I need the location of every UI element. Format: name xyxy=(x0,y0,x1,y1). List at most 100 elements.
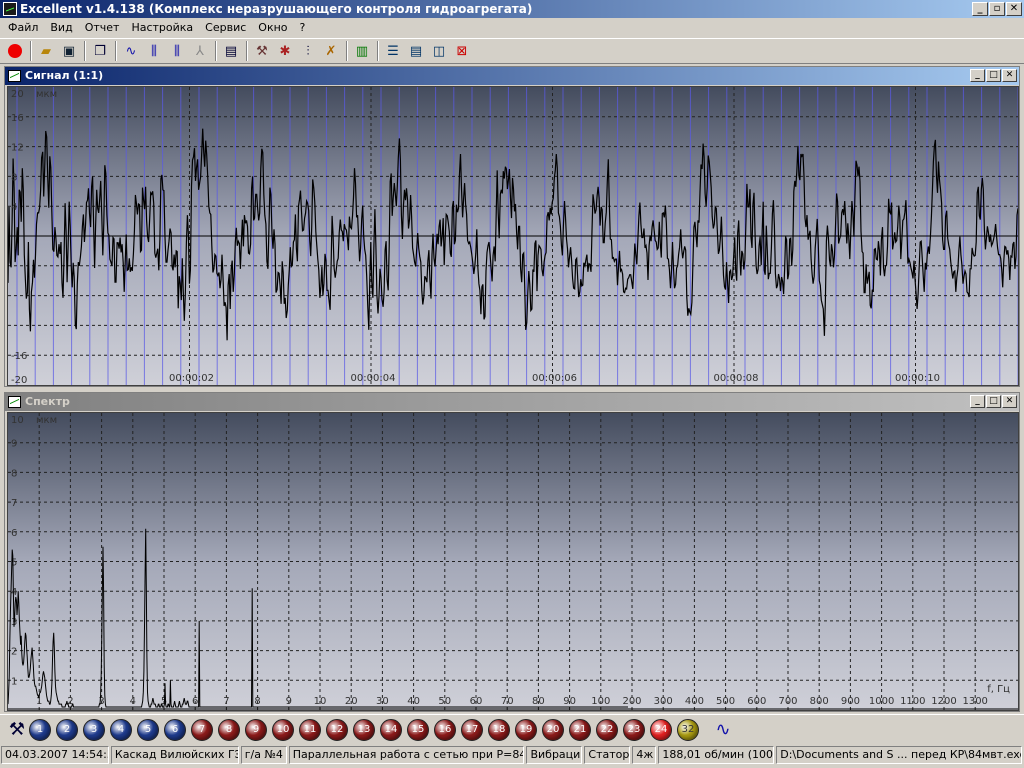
signal-panel: Сигнал (1:1) _ □ ✕ 20 16 12 8 4 -16 -20 мкм 00:0… xyxy=(4,66,1020,387)
spectrum-panel-titlebar: Спектр _ □ ✕ xyxy=(5,393,1019,411)
sensor-button-16[interactable]: 16 xyxy=(434,718,456,741)
sensor-button-2[interactable]: 2 xyxy=(56,718,78,741)
y-tick-label: -20 xyxy=(11,375,27,385)
restore-button[interactable]: ▫ xyxy=(989,2,1005,16)
y-tick-label: 2 xyxy=(11,647,17,658)
y-tick-label: 4 xyxy=(11,202,17,213)
x-tick-label: 800 xyxy=(810,696,829,707)
sensor-button-13[interactable]: 13 xyxy=(353,718,375,741)
menu-help[interactable]: ? xyxy=(294,19,312,37)
sensor-button-6[interactable]: 6 xyxy=(164,718,186,741)
sensor-button-15[interactable]: 15 xyxy=(407,718,429,741)
sensor-button-7[interactable]: 7 xyxy=(191,718,213,741)
menu-view[interactable]: Вид xyxy=(44,19,78,37)
y-tick-label: 6 xyxy=(11,528,17,539)
menu-report[interactable]: Отчет xyxy=(79,19,126,37)
close-button[interactable]: ✕ xyxy=(1006,2,1022,16)
menu-service[interactable]: Сервис xyxy=(199,19,252,37)
sensor-button-19[interactable]: 19 xyxy=(515,718,537,741)
chart-window-icon xyxy=(8,70,21,82)
status-mode: Параллельная работа с сетью при P=84МВт xyxy=(288,746,525,764)
x-tick-label: 1200 xyxy=(931,696,956,707)
signal-chart: 20 16 12 8 4 -16 -20 мкм 00:00:02 00:00:04 00:00:0… xyxy=(8,87,1018,385)
tile-rows-icon[interactable]: ▤ xyxy=(405,40,427,62)
sensor-button-10[interactable]: 10 xyxy=(272,718,294,741)
signal-plot[interactable]: 20 16 12 8 4 -16 -20 мкм 00:00:02 00:00:04 00:00:0… xyxy=(7,86,1019,386)
spectrum-panel: Спектр _ □ ✕ 10 9 8 7 6 5 4 3 2 1 мкм 1 2 3 4 5 6 7 8 9 10 20… xyxy=(4,392,1020,712)
x-tick-label: 10 xyxy=(314,696,327,707)
tools-icon[interactable]: ⚒ xyxy=(6,719,28,741)
menu-settings[interactable]: Настройка xyxy=(125,19,199,37)
status-datetime: 04.03.2007 14:54:30 xyxy=(1,746,109,764)
hammer-icon[interactable]: ⚒ xyxy=(251,40,273,62)
sensor-button-14[interactable]: 14 xyxy=(380,718,402,741)
sensor-button-32[interactable]: 32 xyxy=(677,718,699,741)
signal-minimize-button[interactable]: _ xyxy=(970,69,985,82)
minimize-button[interactable]: _ xyxy=(972,2,988,16)
sensor-button-18[interactable]: 18 xyxy=(488,718,510,741)
sensor-button-1[interactable]: 1 xyxy=(29,718,51,741)
x-tick-label: 7 xyxy=(223,696,229,707)
monitor-icon[interactable]: ▥ xyxy=(351,40,373,62)
sensor-button-20[interactable]: 20 xyxy=(542,718,564,741)
y-tick-label: 8 xyxy=(11,468,17,479)
sensor-button-12[interactable]: 12 xyxy=(326,718,348,741)
y-tick-label: 8 xyxy=(11,172,17,183)
x-tick-label: 30 xyxy=(376,696,389,707)
spectrum-avg-icon[interactable]: ⫼ xyxy=(166,40,188,62)
spectrum-close-button[interactable]: ✕ xyxy=(1002,395,1017,408)
close-windows-icon[interactable]: ⊠ xyxy=(451,40,473,62)
x-tick-label: 00:00:04 xyxy=(351,373,396,384)
x-tick-label: 90 xyxy=(563,696,576,707)
signal-close-button[interactable]: ✕ xyxy=(1002,69,1017,82)
properties-icon[interactable]: ▤ xyxy=(220,40,242,62)
x-tick-label: 9 xyxy=(286,696,292,707)
waveform-icon[interactable]: ∿ xyxy=(712,719,734,741)
signal-maximize-button[interactable]: □ xyxy=(986,69,1001,82)
x-tick-label: 1300 xyxy=(962,696,987,707)
open-icon[interactable]: ▰ xyxy=(35,40,57,62)
cross-icon[interactable]: ✗ xyxy=(320,40,342,62)
x-tick-label: 20 xyxy=(345,696,358,707)
sensor-button-24[interactable]: 24 xyxy=(650,718,672,741)
signal-icon[interactable]: ∿ xyxy=(120,40,142,62)
x-tick-label: 6 xyxy=(192,696,198,707)
title-bar: Excellent v1.4.138 (Комплекс неразрушающ… xyxy=(0,0,1024,18)
status-channel: 4ж xyxy=(632,746,657,764)
record-icon[interactable] xyxy=(4,40,26,62)
sensor-button-8[interactable]: 8 xyxy=(218,718,240,741)
sensor-button-3[interactable]: 3 xyxy=(83,718,105,741)
app-window: Excellent v1.4.138 (Комплекс неразрушающ… xyxy=(0,0,1024,768)
sensor-button-21[interactable]: 21 xyxy=(569,718,591,741)
x-tick-label: 500 xyxy=(716,696,735,707)
x-tick-label: 1000 xyxy=(869,696,894,707)
tile-vertical-icon[interactable]: ◫ xyxy=(428,40,450,62)
y-tick-label: 4 xyxy=(11,587,17,598)
spectrum-maximize-button[interactable]: □ xyxy=(986,395,1001,408)
spectrum-minimize-button[interactable]: _ xyxy=(970,395,985,408)
x-tick-label: 70 xyxy=(501,696,514,707)
x-tick-label: 40 xyxy=(407,696,420,707)
status-rpm: 188,01 об/мин (100%) xyxy=(658,746,775,764)
sensor-button-5[interactable]: 5 xyxy=(137,718,159,741)
sensor-button-4[interactable]: 4 xyxy=(110,718,132,741)
menu-file[interactable]: Файл xyxy=(2,19,44,37)
spectrum-icon[interactable]: ⫼ xyxy=(143,40,165,62)
sensor-button-22[interactable]: 22 xyxy=(596,718,618,741)
x-tick-label: 900 xyxy=(841,696,860,707)
filter-icon[interactable]: ⅄ xyxy=(189,40,211,62)
menu-window[interactable]: Окно xyxy=(252,19,293,37)
sensor-button-17[interactable]: 17 xyxy=(461,718,483,741)
sensor-button-23[interactable]: 23 xyxy=(623,718,645,741)
x-tick-label: 00:00:02 xyxy=(169,373,214,384)
sensor-button-9[interactable]: 9 xyxy=(245,718,267,741)
sensor-button-11[interactable]: 11 xyxy=(299,718,321,741)
copy-icon[interactable]: ❐ xyxy=(89,40,111,62)
app-icon xyxy=(3,2,17,16)
tile-horizontal-icon[interactable]: ☰ xyxy=(382,40,404,62)
sliders-icon[interactable]: ⫶ xyxy=(297,40,319,62)
x-tick-label: 700 xyxy=(778,696,797,707)
save-icon[interactable]: ▣ xyxy=(58,40,80,62)
settings-icon[interactable]: ✱ xyxy=(274,40,296,62)
spectrum-plot[interactable]: 10 9 8 7 6 5 4 3 2 1 мкм 1 2 3 4 5 6 7 8 9 10 20 30 40 50 60 70 80 9… xyxy=(7,412,1019,711)
